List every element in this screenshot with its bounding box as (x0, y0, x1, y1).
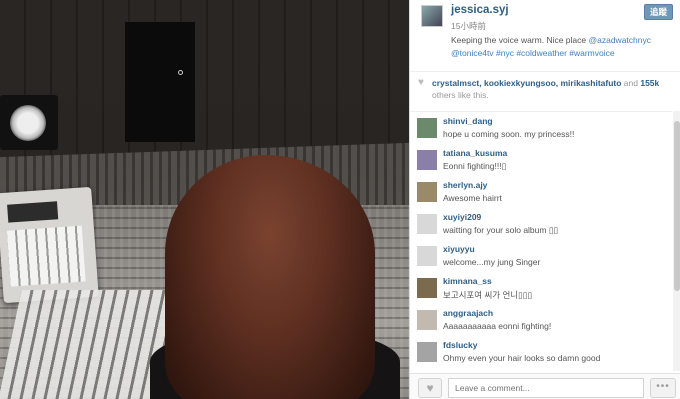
comment-input[interactable] (448, 378, 644, 398)
likes-summary: ♥ crystalmsct, kookiexkyungsoo, mirikash… (410, 71, 680, 101)
post-details-panel: jessica.syj 15小時前 追蹤 Keeping the voice w… (409, 0, 680, 399)
studio-monitor-speaker (125, 22, 195, 142)
remote-screen (7, 201, 59, 223)
comment-username[interactable]: shinvi_dang (443, 116, 493, 126)
caption-text: Keeping the voice warm. Nice place (451, 35, 589, 45)
comments-list: shinvi_danghope u coming soon. my prince… (410, 111, 672, 371)
studio-speaker-left (0, 95, 58, 150)
comment-text: welcome...my jung Singer (443, 257, 541, 267)
more-options-button[interactable]: ••• (650, 378, 676, 398)
comment-username[interactable]: xuyiyi209 (443, 212, 481, 222)
avatar[interactable] (417, 182, 437, 202)
scrollbar-thumb[interactable] (674, 121, 680, 291)
likes-count[interactable]: 155k (640, 78, 659, 88)
avatar[interactable] (421, 5, 443, 27)
person-hair (165, 155, 375, 399)
comment-footer: ♥ ••• (410, 373, 680, 399)
comment-text: Aaaaaaaaaaa eonni fighting! (443, 321, 552, 331)
comment-username[interactable]: tatiana_kusuma (443, 148, 507, 158)
comment-item: shinvi_danghope u coming soon. my prince… (410, 112, 672, 144)
avatar[interactable] (417, 150, 437, 170)
avatar[interactable] (417, 118, 437, 138)
comment-username[interactable]: xiyuyyu (443, 244, 475, 254)
speaker-cone (10, 105, 46, 141)
avatar[interactable] (417, 310, 437, 330)
avatar[interactable] (417, 278, 437, 298)
avatar[interactable] (417, 342, 437, 362)
post-timestamp[interactable]: 15小時前 (451, 20, 486, 32)
speaker-dot (178, 70, 183, 75)
comments-scrollbar[interactable] (673, 111, 680, 371)
follow-button[interactable]: 追蹤 (643, 4, 673, 20)
comment-text: Ohmy even your hair looks so damn good (443, 353, 601, 363)
comment-username[interactable]: sherlyn.ajy (443, 180, 487, 190)
comment-username[interactable]: kimnana_ss (443, 276, 492, 286)
comment-item: fdslucky Ohmy even your hair looks so dam… (410, 336, 672, 368)
heart-icon: ♥ (418, 77, 424, 88)
avatar[interactable] (417, 214, 437, 234)
comment-text: waitting for your solo album ▯▯ (443, 225, 559, 235)
comment-text: Awesome hairrt (443, 193, 502, 203)
comment-username[interactable]: fdslucky (443, 340, 478, 350)
likes-suffix: others like this. (432, 90, 489, 100)
post-username[interactable]: jessica.syj (451, 4, 509, 16)
post-photo[interactable] (0, 0, 409, 399)
like-button[interactable]: ♥ (418, 378, 442, 398)
heart-icon: ♥ (426, 381, 434, 395)
comment-text: hope u coming soon. my princess!! (443, 129, 575, 139)
comment-item: xuyiyi209 waitting for your solo album ▯▯ (410, 208, 672, 240)
comment-item: xiyuyyu welcome...my jung Singer (410, 240, 672, 272)
post-caption: Keeping the voice warm. Nice place @azad… (451, 34, 673, 60)
comment-item: anggraajach Aaaaaaaaaaa eonni fighting! (410, 304, 672, 336)
comment-item: tatiana_kusuma Eonni fighting!!!▯ (410, 144, 672, 176)
remote-buttons (6, 225, 86, 287)
likers-names[interactable]: crystalmsct, kookiexkyungsoo, mirikashit… (432, 78, 621, 88)
comment-username[interactable]: anggraajach (443, 308, 493, 318)
console-remote (0, 186, 99, 304)
likes-text: crystalmsct, kookiexkyungsoo, mirikashit… (432, 77, 677, 101)
likes-and: and (621, 78, 641, 88)
post-header: jessica.syj 15小時前 追蹤 Keeping the voice w… (410, 0, 680, 66)
comment-item: sherlyn.ajy Awesome hairrt (410, 176, 672, 208)
avatar[interactable] (417, 246, 437, 266)
caption-mention-tonice4tv[interactable]: @tonice4tv (451, 48, 494, 58)
caption-mention-azadwatchnyc[interactable]: @azadwatchnyc (589, 35, 652, 45)
comment-text: 보고시포여 씨가 언니▯▯▯ (443, 290, 533, 300)
caption-hashtags[interactable]: #nyc #coldweather #warmvoice (494, 48, 615, 58)
comment-item: kimnana_ss 보고시포여 씨가 언니▯▯▯ (410, 272, 672, 304)
comment-text: Eonni fighting!!!▯ (443, 161, 507, 171)
